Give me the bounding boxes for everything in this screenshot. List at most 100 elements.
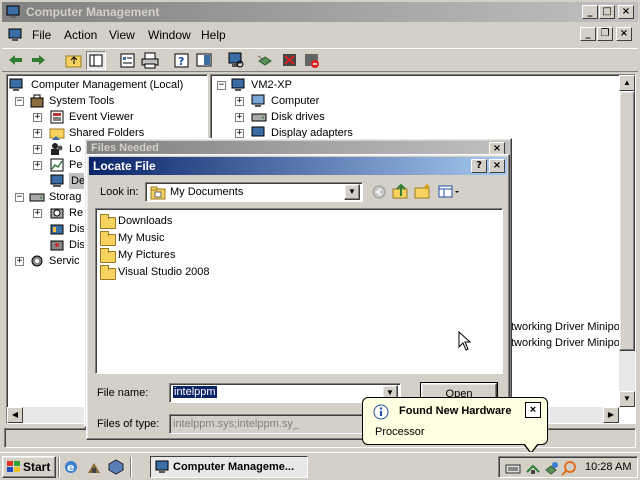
expand-toggle[interactable]: +	[33, 129, 42, 138]
computer-management-icon	[155, 460, 171, 474]
menu-action[interactable]: Action	[64, 28, 97, 42]
scroll-thumb[interactable]	[619, 91, 635, 351]
properties-icon[interactable]	[118, 51, 138, 70]
balloon-text: Processor	[375, 426, 425, 438]
expand-toggle[interactable]: +	[235, 113, 244, 122]
file-name-input[interactable]: intelppm	[173, 386, 217, 398]
music-folder-icon	[100, 231, 116, 246]
tree-item-label: tworking Driver Minipor	[511, 321, 624, 333]
computer-management-node-icon	[9, 77, 25, 93]
removable-storage-icon	[49, 205, 65, 221]
start-button[interactable]: Start	[2, 456, 56, 478]
view-menu-icon[interactable]	[437, 182, 465, 201]
child-close-button[interactable]: ×	[616, 27, 632, 41]
expand-toggle[interactable]: +	[33, 113, 42, 122]
file-list[interactable]: Downloads My Music My Pictures Visual St…	[95, 208, 503, 374]
found-new-hardware-balloon[interactable]: Found New Hardware × Processor	[362, 397, 548, 454]
menu-view[interactable]: View	[109, 28, 135, 42]
print-icon[interactable]	[140, 51, 160, 70]
computer-icon	[231, 77, 247, 93]
tree-item-label: Computer Management (Local)	[31, 79, 184, 91]
expand-toggle[interactable]: +	[33, 161, 42, 170]
tree-item-label: Event Viewer	[69, 111, 134, 123]
locate-file-close-button[interactable]: ×	[489, 159, 505, 173]
look-in-dropdown-button[interactable]: ▼	[344, 184, 360, 200]
menu-window[interactable]: Window	[148, 28, 191, 42]
close-button[interactable]: ×	[618, 5, 634, 19]
balloon-close-button[interactable]: ×	[525, 402, 541, 418]
menu-file[interactable]: File	[32, 28, 51, 42]
right-vertical-scrollbar[interactable]: ▲ ▼	[619, 75, 635, 407]
show-hide-tree-icon[interactable]	[86, 51, 106, 70]
internet-explorer-icon[interactable]: e	[63, 459, 79, 475]
collapse-toggle[interactable]: −	[217, 81, 226, 90]
up-one-level-icon[interactable]	[391, 182, 411, 201]
minimize-button[interactable]: _	[582, 5, 598, 19]
network-adapter-item-1[interactable]: tworking Driver Minipor	[511, 319, 623, 335]
back-icon[interactable]	[369, 182, 389, 201]
services-icon	[29, 253, 45, 269]
forward-arrow-icon[interactable]	[28, 51, 48, 70]
collapse-toggle[interactable]: −	[15, 97, 24, 106]
new-hardware-icon[interactable]	[543, 460, 559, 476]
child-restore-button[interactable]: ❐	[597, 27, 613, 41]
back-arrow-icon[interactable]	[6, 51, 26, 70]
look-in-select[interactable]: My Documents ▼	[145, 182, 363, 202]
disk-drive-icon	[251, 109, 267, 125]
disable-device-icon[interactable]	[302, 51, 322, 70]
folder-label: Downloads	[118, 215, 173, 227]
expand-toggle[interactable]: +	[235, 97, 244, 106]
tree-item-label: Re	[69, 207, 84, 219]
toolbox-icon	[29, 93, 45, 109]
windows-logo-icon	[6, 460, 22, 474]
help-icon[interactable]: ?	[172, 51, 192, 70]
tree-item-label: Servic	[49, 255, 80, 267]
tree-item-label: Storag	[49, 191, 82, 203]
quick-launch-separator-2	[130, 457, 132, 477]
scroll-left-button[interactable]: ◀	[7, 407, 23, 423]
main-window-title: Computer Management	[26, 5, 160, 19]
performance-icon	[49, 157, 65, 173]
expand-toggle[interactable]: +	[15, 257, 24, 266]
menu-help[interactable]: Help	[201, 28, 226, 42]
locate-file-title-bar[interactable]: Locate File ? ×	[89, 157, 507, 175]
folder-label: Visual Studio 2008	[118, 266, 210, 278]
tree-item-label: tworking Driver Miniport	[511, 337, 627, 349]
look-in-value: My Documents	[170, 186, 244, 198]
quick-launch-separator	[58, 457, 60, 477]
files-needed-title: Files Needed	[91, 142, 159, 154]
expand-toggle[interactable]: +	[33, 209, 42, 218]
clock[interactable]: 10:28 AM	[585, 461, 631, 473]
help-button[interactable]: ?	[471, 159, 487, 173]
expand-toggle[interactable]: +	[235, 129, 244, 138]
scroll-down-button[interactable]: ▼	[619, 391, 635, 407]
search-icon[interactable]	[561, 460, 577, 476]
show-desktop-icon[interactable]	[86, 459, 102, 475]
tree-item-label: Computer	[271, 95, 320, 107]
action-pane-icon[interactable]	[194, 51, 214, 70]
tree-item-label: Dis	[69, 239, 85, 251]
locate-file-title: Locate File	[93, 159, 156, 173]
network-adapter-item-2[interactable]: tworking Driver Miniport	[511, 335, 627, 351]
device-manager-icon	[49, 173, 65, 189]
scroll-up-button[interactable]: ▲	[619, 75, 635, 91]
my-documents-icon	[150, 186, 166, 200]
scan-hardware-icon[interactable]	[226, 51, 246, 70]
start-label: Start	[23, 460, 51, 474]
maximize-button[interactable]: □	[599, 5, 615, 19]
update-driver-icon[interactable]	[256, 51, 276, 70]
mdi-child-icon[interactable]	[8, 27, 24, 43]
main-title-bar[interactable]: Computer Management _ □ ×	[2, 2, 638, 22]
virtual-machine-icon[interactable]	[108, 459, 124, 475]
users-icon	[49, 141, 65, 157]
uninstall-device-icon[interactable]	[280, 51, 300, 70]
taskbar-button-computer-management[interactable]: Computer Manageme...	[150, 456, 308, 478]
scroll-right-button[interactable]: ▶	[603, 407, 619, 423]
collapse-toggle[interactable]: −	[15, 193, 24, 202]
child-minimize-button[interactable]: _	[580, 27, 596, 41]
new-folder-icon[interactable]	[413, 182, 433, 201]
keyboard-icon[interactable]	[505, 460, 521, 476]
expand-toggle[interactable]: +	[33, 145, 42, 154]
up-folder-icon[interactable]	[64, 51, 84, 70]
network-icon[interactable]	[525, 460, 541, 476]
